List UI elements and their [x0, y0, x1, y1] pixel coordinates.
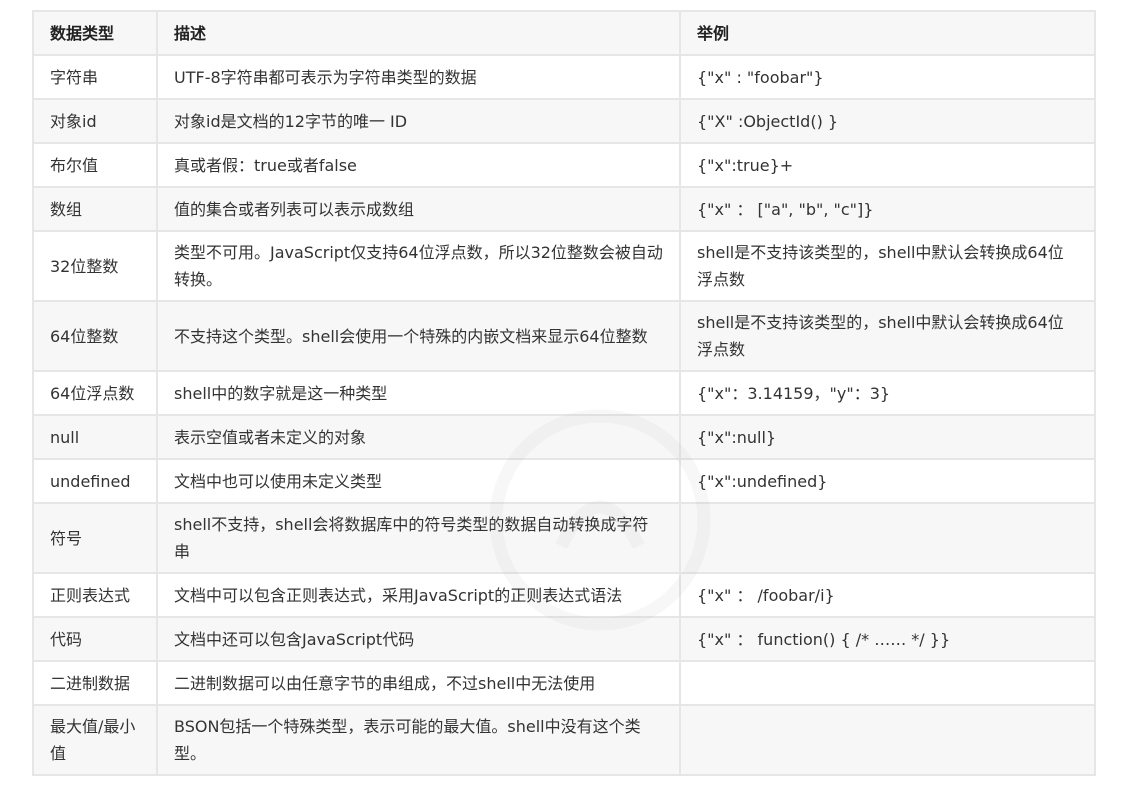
- cell-example: [679, 660, 1096, 706]
- cell-example: {"X" :ObjectId() }: [679, 98, 1096, 144]
- cell-description: 文档中可以包含正则表达式，采用JavaScript的正则表达式语法: [156, 572, 681, 618]
- header-description: 描述: [156, 10, 681, 56]
- cell-description: UTF-8字符串都可表示为字符串类型的数据: [156, 54, 681, 100]
- table-row: 64位浮点数 shell中的数字就是这一种类型 {"x"：3.14159，"y"…: [32, 370, 1096, 416]
- cell-example: {"x" : "foobar"}: [679, 54, 1096, 100]
- cell-type: 代码: [32, 616, 158, 662]
- cell-type: 符号: [32, 502, 158, 574]
- cell-example: {"x":null}: [679, 414, 1096, 460]
- table-row: 二进制数据 二进制数据可以由任意字节的串组成，不过shell中无法使用: [32, 660, 1096, 706]
- cell-type: 64位浮点数: [32, 370, 158, 416]
- cell-example: {"x" ： /foobar/i}: [679, 572, 1096, 618]
- cell-type: 32位整数: [32, 230, 158, 302]
- cell-type: 数组: [32, 186, 158, 232]
- cell-description: 文档中也可以使用未定义类型: [156, 458, 681, 504]
- data-types-table: 数据类型 描述 举例 字符串 UTF-8字符串都可表示为字符串类型的数据 {"x…: [32, 10, 1096, 776]
- header-example: 举例: [679, 10, 1096, 56]
- cell-description: 不支持这个类型。shell会使用一个特殊的内嵌文档来显示64位整数: [156, 300, 681, 372]
- cell-description: shell不支持，shell会将数据库中的符号类型的数据自动转换成字符串: [156, 502, 681, 574]
- table-row: 64位整数 不支持这个类型。shell会使用一个特殊的内嵌文档来显示64位整数 …: [32, 300, 1096, 372]
- cell-type: 二进制数据: [32, 660, 158, 706]
- table-row: undefined 文档中也可以使用未定义类型 {"x":undefined}: [32, 458, 1096, 504]
- cell-example: shell是不支持该类型的，shell中默认会转换成64位浮点数: [679, 300, 1096, 372]
- cell-description: shell中的数字就是这一种类型: [156, 370, 681, 416]
- cell-example: {"x":undefined}: [679, 458, 1096, 504]
- cell-type: 字符串: [32, 54, 158, 100]
- table-row: 对象id 对象id是文档的12字节的唯一 ID {"X" :ObjectId()…: [32, 98, 1096, 144]
- cell-description: 对象id是文档的12字节的唯一 ID: [156, 98, 681, 144]
- cell-example: shell是不支持该类型的，shell中默认会转换成64位浮点数: [679, 230, 1096, 302]
- cell-type: 最大值/最小值: [32, 704, 158, 776]
- cell-description: 值的集合或者列表可以表示成数组: [156, 186, 681, 232]
- table-row: 代码 文档中还可以包含JavaScript代码 {"x" ： function(…: [32, 616, 1096, 662]
- cell-description: BSON包括一个特殊类型，表示可能的最大值。shell中没有这个类型。: [156, 704, 681, 776]
- table-row: 32位整数 类型不可用。JavaScript仅支持64位浮点数，所以32位整数会…: [32, 230, 1096, 302]
- cell-description: 表示空值或者未定义的对象: [156, 414, 681, 460]
- cell-description: 二进制数据可以由任意字节的串组成，不过shell中无法使用: [156, 660, 681, 706]
- cell-description: 类型不可用。JavaScript仅支持64位浮点数，所以32位整数会被自动转换。: [156, 230, 681, 302]
- cell-type: 64位整数: [32, 300, 158, 372]
- cell-example: {"x" ： ["a", "b", "c"]}: [679, 186, 1096, 232]
- cell-type: 正则表达式: [32, 572, 158, 618]
- cell-type: null: [32, 414, 158, 460]
- table-row: 布尔值 真或者假：true或者false {"x":true}+: [32, 142, 1096, 188]
- table-row: 最大值/最小值 BSON包括一个特殊类型，表示可能的最大值。shell中没有这个…: [32, 704, 1096, 776]
- cell-example: [679, 704, 1096, 776]
- table-row: 字符串 UTF-8字符串都可表示为字符串类型的数据 {"x" : "foobar…: [32, 54, 1096, 100]
- cell-example: {"x" ： function() { /* …… */ }}: [679, 616, 1096, 662]
- cell-example: {"x":true}+: [679, 142, 1096, 188]
- cell-example: [679, 502, 1096, 574]
- cell-type: 布尔值: [32, 142, 158, 188]
- table-row: null 表示空值或者未定义的对象 {"x":null}: [32, 414, 1096, 460]
- cell-example: {"x"：3.14159，"y"：3}: [679, 370, 1096, 416]
- cell-type: undefined: [32, 458, 158, 504]
- table-row: 符号 shell不支持，shell会将数据库中的符号类型的数据自动转换成字符串: [32, 502, 1096, 574]
- cell-type: 对象id: [32, 98, 158, 144]
- table-row: 数组 值的集合或者列表可以表示成数组 {"x" ： ["a", "b", "c"…: [32, 186, 1096, 232]
- header-type: 数据类型: [32, 10, 158, 56]
- cell-description: 真或者假：true或者false: [156, 142, 681, 188]
- document-page: 数据类型 描述 举例 字符串 UTF-8字符串都可表示为字符串类型的数据 {"x…: [0, 0, 1148, 791]
- cell-description: 文档中还可以包含JavaScript代码: [156, 616, 681, 662]
- table-header-row: 数据类型 描述 举例: [32, 10, 1096, 56]
- table-row: 正则表达式 文档中可以包含正则表达式，采用JavaScript的正则表达式语法 …: [32, 572, 1096, 618]
